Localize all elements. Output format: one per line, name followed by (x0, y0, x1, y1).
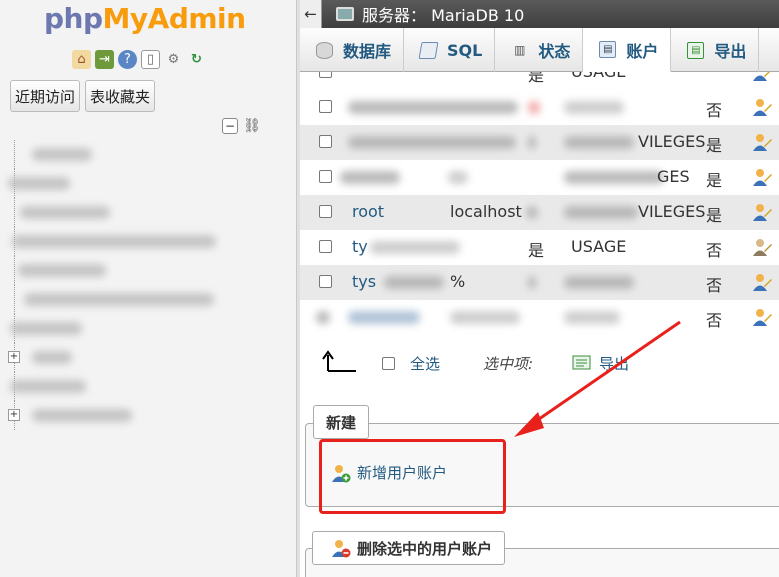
row-checkbox[interactable] (319, 65, 332, 78)
grant-cell: 否 (706, 101, 723, 120)
password-cell: 是 (528, 241, 545, 260)
edit-privileges-icon[interactable] (752, 202, 772, 222)
privileges-cell: VILEGES (638, 202, 706, 221)
exit-icon[interactable]: ⇥ (95, 50, 114, 69)
navigation-panel: phpMyAdmin ⌂ ⇥ ? ▯ ⚙ ↻ 近期访问 表收藏夹 − ⛓ + + (0, 0, 296, 577)
phpmyadmin-logo[interactable]: phpMyAdmin (44, 2, 246, 35)
row-checkbox[interactable] (319, 275, 332, 288)
table-row: 否 (300, 90, 779, 125)
tree-item[interactable] (0, 372, 296, 401)
new-section-legend: 新建 (313, 405, 370, 439)
row-checkbox[interactable] (319, 135, 332, 148)
delete-button-label: 删除选中的用户账户 (357, 539, 493, 558)
username-cell[interactable]: ty (352, 237, 368, 256)
table-row: 是 USAGE (300, 55, 779, 90)
grant-cell: 否 (706, 311, 723, 330)
edit-privileges-icon[interactable] (752, 307, 772, 327)
phpmyadmin-window: phpMyAdmin ⌂ ⇥ ? ▯ ⚙ ↻ 近期访问 表收藏夹 − ⛓ + +… (0, 0, 779, 577)
table-row: GES 是 (300, 160, 779, 195)
favorites-button[interactable]: 表收藏夹 (85, 80, 156, 112)
export-icon[interactable] (572, 354, 592, 370)
tree-item[interactable]: + (0, 401, 296, 430)
tree-controls: − ⛓ (222, 118, 261, 134)
select-all-label[interactable]: 全选 (410, 353, 440, 374)
user-accounts-table: 是 USAGE 否 VILEGES 是 GES 是 root localhost… (300, 55, 779, 335)
tree-item[interactable] (0, 227, 296, 256)
username-cell[interactable]: root (352, 202, 384, 221)
server-breadcrumb[interactable]: 服务器： MariaDB 10 (362, 2, 524, 26)
grant-cell: 否 (706, 276, 723, 295)
row-checkbox[interactable] (319, 170, 332, 183)
password-cell: 是 (528, 66, 545, 85)
grant-cell: 是 (706, 136, 723, 155)
export-link[interactable]: 导出 (599, 353, 629, 374)
host-cell: % (450, 272, 466, 291)
grant-cell: 否 (706, 241, 723, 260)
table-row: VILEGES 是 (300, 125, 779, 160)
nav-buttons: 近期访问 表收藏夹 (10, 80, 156, 112)
select-all-checkbox[interactable] (382, 357, 395, 370)
grant-cell: 是 (706, 171, 723, 190)
table-row: root localhost VILEGES 是 (300, 195, 779, 230)
back-arrow-icon[interactable]: ← (300, 0, 322, 28)
privileges-cell: GES (657, 167, 690, 186)
privileges-cell: VILEGES (638, 132, 706, 151)
tree-item[interactable] (0, 140, 296, 169)
edit-privileges-icon[interactable] (752, 97, 772, 117)
reload-icon[interactable]: ↻ (187, 50, 206, 69)
breadcrumb-bar: ← 服务器： MariaDB 10 (300, 0, 779, 28)
tree-item[interactable] (0, 198, 296, 227)
row-checkbox[interactable] (319, 100, 332, 113)
edit-privileges-icon[interactable] (752, 237, 772, 257)
with-selected-label: 选中项: (483, 355, 534, 373)
logo-myadmin: MyAdmin (102, 2, 247, 35)
settings-icon[interactable]: ⚙ (164, 50, 183, 69)
edit-privileges-icon[interactable] (752, 272, 772, 292)
expand-icon[interactable]: + (8, 409, 20, 421)
table-row: 否 (300, 300, 779, 335)
docs-icon[interactable]: ▯ (141, 50, 160, 69)
annotation-highlight-box (319, 439, 506, 514)
delete-user-icon (332, 540, 351, 558)
tree-item[interactable] (0, 169, 296, 198)
expand-icon[interactable]: + (8, 351, 20, 363)
arrow-up-left-icon (322, 350, 356, 372)
edit-privileges-icon[interactable] (752, 167, 772, 187)
collapse-all-icon[interactable]: − (222, 118, 238, 134)
row-checkbox[interactable] (319, 205, 332, 218)
edit-privileges-icon[interactable] (752, 132, 772, 152)
tree-item[interactable] (0, 285, 296, 314)
tree-item[interactable]: + (0, 343, 296, 372)
nav-icon-bar: ⌂ ⇥ ? ▯ ⚙ ↻ (72, 50, 206, 69)
help-icon[interactable]: ? (118, 50, 137, 69)
link-icon[interactable]: ⛓ (243, 118, 261, 134)
edit-privileges-icon[interactable] (752, 62, 772, 82)
table-row: ty 是 USAGE 否 (300, 230, 779, 265)
grant-cell: 是 (706, 206, 723, 225)
with-selected-bar: 全选 选中项: 导出 (300, 345, 779, 381)
privileges-cell: USAGE (571, 237, 627, 256)
recent-button[interactable]: 近期访问 (10, 80, 81, 112)
database-tree: + + (0, 140, 296, 430)
server-icon (336, 7, 354, 21)
table-row: tys % 否 (300, 265, 779, 300)
username-cell[interactable]: tys (352, 272, 376, 291)
row-checkbox[interactable] (319, 240, 332, 253)
home-icon[interactable]: ⌂ (72, 50, 91, 69)
privileges-cell: USAGE (571, 62, 627, 81)
tree-item[interactable] (0, 256, 296, 285)
delete-selected-users-button[interactable]: 删除选中的用户账户 (312, 531, 506, 565)
host-cell: localhost (450, 202, 522, 221)
tree-item[interactable] (0, 314, 296, 343)
logo-php: php (44, 2, 103, 35)
